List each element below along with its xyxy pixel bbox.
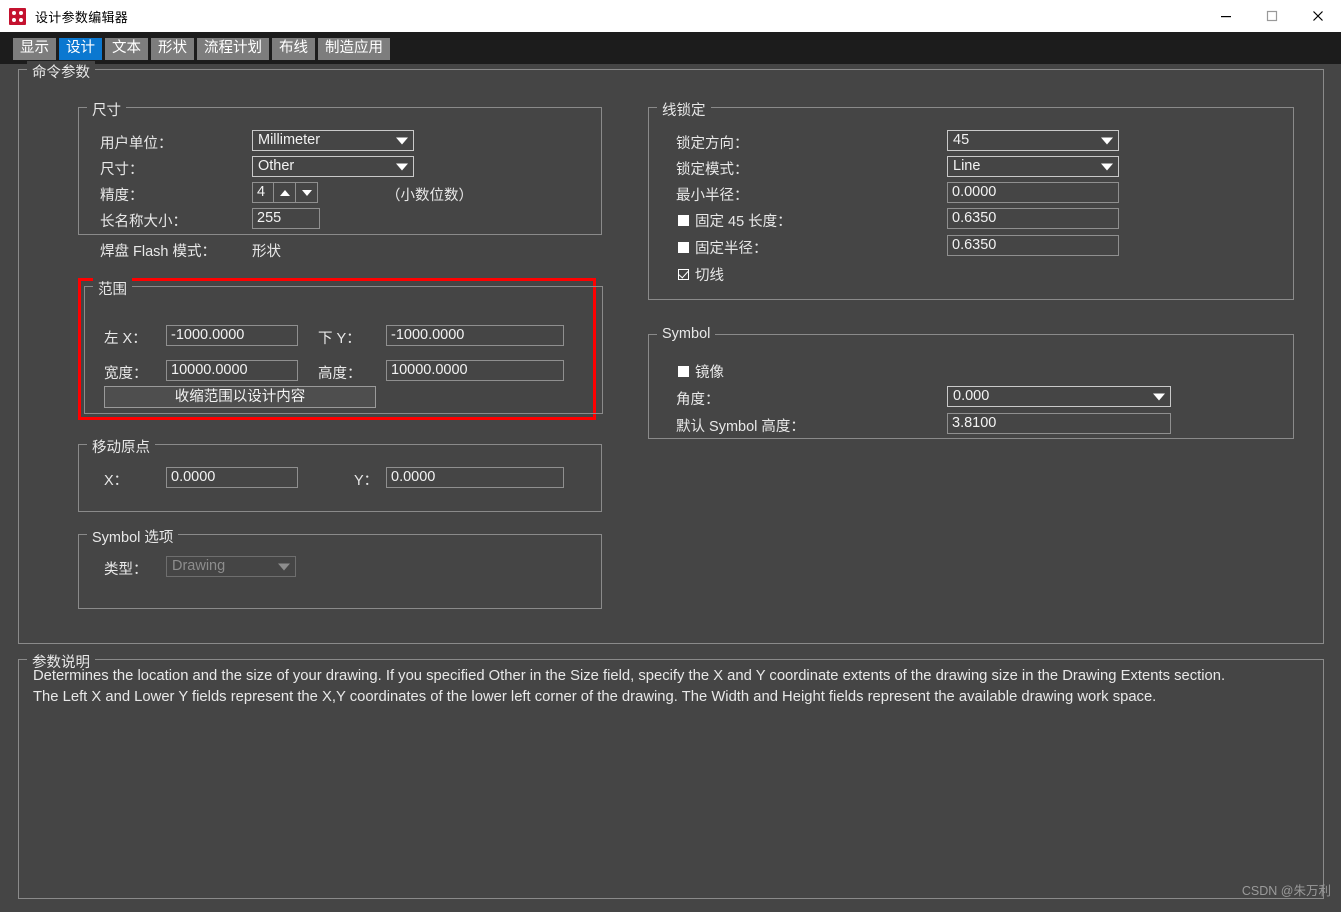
close-icon[interactable]: [1295, 0, 1341, 32]
symbol-type-value: Drawing: [172, 558, 226, 574]
symbol-group-legend: Symbol: [657, 326, 716, 342]
size-group-legend: 尺寸: [87, 99, 126, 120]
long-name-size-label: 长名称大小：: [100, 214, 187, 230]
app-dice-icon: [9, 7, 26, 25]
window-title: 设计参数编辑器: [35, 9, 129, 25]
angle-combo[interactable]: 0.000: [947, 386, 1171, 407]
lock-direction-combo[interactable]: 45: [947, 130, 1119, 151]
fixed-radius-label: 固定半径：: [695, 241, 768, 257]
origin-y-input[interactable]: 0.0000: [386, 467, 564, 488]
user-unit-label: 用户单位：: [100, 136, 173, 152]
angle-value: 0.000: [953, 388, 990, 404]
left-x-input[interactable]: -1000.0000: [166, 325, 298, 346]
lower-y-input[interactable]: -1000.0000: [386, 325, 564, 346]
long-name-size-input[interactable]: 255: [252, 208, 320, 229]
lock-mode-value: Line: [953, 158, 981, 174]
accuracy-stepper[interactable]: 4: [252, 182, 318, 203]
pad-flash-mode-label: 焊盘 Flash 模式：: [100, 244, 217, 260]
mirror-label: 镜像: [695, 365, 724, 381]
left-x-label: 左 X：: [104, 331, 147, 347]
mirror-checkbox[interactable]: 镜像: [678, 361, 724, 382]
accuracy-label: 精度：: [100, 188, 144, 204]
default-symbol-height-label: 默认 Symbol 高度：: [676, 419, 805, 435]
user-unit-combo[interactable]: Millimeter: [252, 130, 414, 151]
chevron-down-icon: [396, 137, 408, 144]
tab-routing[interactable]: 布线: [272, 38, 315, 60]
line-lock-legend: 线锁定: [657, 99, 711, 120]
accuracy-value: 4: [257, 184, 266, 200]
min-radius-label: 最小半径：: [676, 188, 749, 204]
range-group-legend: 范围: [93, 278, 132, 299]
chevron-down-icon: [1101, 137, 1113, 144]
lock-mode-label: 锁定模式：: [676, 162, 749, 178]
chevron-down-icon: [396, 163, 408, 170]
shrink-range-button[interactable]: 收缩范围以设计内容: [104, 386, 376, 408]
tab-shape[interactable]: 形状: [151, 38, 194, 60]
min-radius-input[interactable]: 0.0000: [947, 182, 1119, 203]
checkbox-icon: [678, 215, 689, 226]
default-symbol-height-input[interactable]: 3.8100: [947, 413, 1171, 434]
checkbox-icon: [678, 242, 689, 253]
height-input[interactable]: 10000.0000: [386, 360, 564, 381]
accuracy-hint: （小数位数）: [386, 188, 473, 204]
lock-direction-value: 45: [953, 132, 970, 148]
width-input[interactable]: 10000.0000: [166, 360, 298, 381]
fixed-radius-checkbox[interactable]: 固定半径：: [678, 237, 768, 258]
lock-direction-label: 锁定方向：: [676, 136, 749, 152]
height-label: 高度：: [318, 366, 362, 382]
fixed-45-length-label: 固定 45 长度：: [695, 214, 792, 230]
tab-text[interactable]: 文本: [105, 38, 148, 60]
watermark: CSDN @朱万利: [1241, 884, 1331, 898]
tab-display[interactable]: 显示: [13, 38, 56, 60]
width-label: 宽度：: [104, 366, 148, 382]
chevron-down-icon: [1101, 163, 1113, 170]
tab-flow-plan[interactable]: 流程计划: [197, 38, 269, 60]
fixed-radius-input[interactable]: 0.6350: [947, 235, 1119, 256]
chevron-down-icon: [1153, 393, 1165, 400]
command-params-legend: 命令参数: [27, 61, 95, 82]
checkbox-icon: [678, 366, 689, 377]
stepper-up-icon[interactable]: [273, 183, 295, 202]
description-line-2: The Left X and Lower Y fields represent …: [33, 689, 1157, 705]
description-line-1: Determines the location and the size of …: [33, 668, 1226, 684]
tab-strip: 显示 设计 文本 形状 流程计划 布线 制造应用: [0, 32, 1341, 64]
symbol-type-combo[interactable]: Drawing: [166, 556, 296, 577]
symbol-options-legend: Symbol 选项: [87, 526, 179, 547]
lower-y-label: 下 Y：: [318, 331, 361, 347]
lock-mode-combo[interactable]: Line: [947, 156, 1119, 177]
minimize-icon[interactable]: [1203, 0, 1249, 32]
origin-y-label: Y：: [354, 473, 379, 489]
user-unit-value: Millimeter: [258, 132, 321, 148]
origin-x-label: X：: [104, 473, 129, 489]
symbol-options-group: Symbol 选项: [78, 526, 602, 609]
angle-label: 角度：: [676, 392, 720, 408]
stepper-down-icon[interactable]: [295, 183, 317, 202]
chevron-down-icon: [278, 563, 290, 570]
size-label: 尺寸：: [100, 162, 144, 178]
tab-design[interactable]: 设计: [59, 38, 102, 60]
fixed-45-length-input[interactable]: 0.6350: [947, 208, 1119, 229]
symbol-type-label: 类型：: [104, 562, 148, 578]
size-combo[interactable]: Other: [252, 156, 414, 177]
maximize-icon[interactable]: [1249, 0, 1295, 32]
fixed-45-length-checkbox[interactable]: 固定 45 长度：: [678, 210, 792, 231]
pad-flash-mode-value: 形状: [252, 244, 281, 260]
origin-x-input[interactable]: 0.0000: [166, 467, 298, 488]
tangent-label: 切线: [695, 268, 724, 284]
checkbox-checked-icon: [678, 269, 689, 280]
tangent-checkbox[interactable]: 切线: [678, 264, 724, 285]
title-bar: 设计参数编辑器: [0, 0, 1341, 32]
move-origin-legend: 移动原点: [87, 436, 155, 457]
tab-mfg-app[interactable]: 制造应用: [318, 38, 390, 60]
main-panel: 命令参数 尺寸 用户单位： Millimeter 尺寸： Other 精度： 4…: [0, 61, 1341, 912]
size-value: Other: [258, 158, 295, 174]
